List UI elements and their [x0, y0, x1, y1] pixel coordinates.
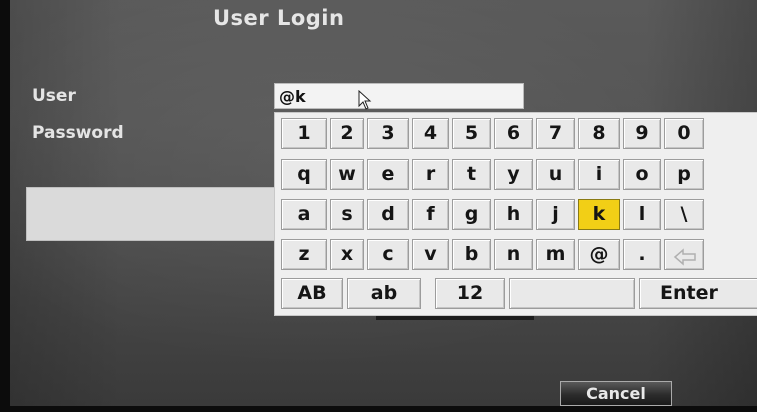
key-3[interactable]: 3: [367, 118, 409, 149]
divider: [376, 316, 534, 320]
space-key[interactable]: [509, 278, 635, 309]
key-h[interactable]: h: [494, 199, 533, 230]
page-title: User Login: [213, 6, 345, 30]
key-7[interactable]: 7: [536, 118, 575, 149]
key-z[interactable]: z: [281, 239, 327, 270]
key-v[interactable]: v: [412, 239, 449, 270]
key-q[interactable]: q: [281, 159, 327, 190]
user-input[interactable]: @k: [274, 83, 524, 109]
key-x[interactable]: x: [330, 239, 364, 270]
key-t[interactable]: t: [452, 159, 491, 190]
numeric-mode-key[interactable]: 12: [435, 278, 505, 309]
key-p[interactable]: p: [664, 159, 704, 190]
enter-key[interactable]: Enter: [639, 278, 757, 309]
key-m[interactable]: m: [536, 239, 575, 270]
key-b[interactable]: b: [452, 239, 491, 270]
password-label: Password: [32, 123, 124, 143]
key-f[interactable]: f: [412, 199, 449, 230]
key-s[interactable]: s: [330, 199, 364, 230]
key-2[interactable]: 2: [330, 118, 364, 149]
key-i[interactable]: i: [578, 159, 620, 190]
key-j[interactable]: j: [536, 199, 575, 230]
key-a[interactable]: a: [281, 199, 327, 230]
user-label: User: [32, 86, 76, 106]
key-at[interactable]: @: [578, 239, 620, 270]
key-0[interactable]: 0: [664, 118, 704, 149]
on-screen-keyboard: 1 2 3 4 5 6 7 8 9 0 q w e r t y u i o p …: [274, 112, 757, 316]
key-g[interactable]: g: [452, 199, 491, 230]
key-u[interactable]: u: [536, 159, 575, 190]
key-e[interactable]: e: [367, 159, 409, 190]
backspace-arrow-icon: [673, 246, 697, 266]
key-w[interactable]: w: [330, 159, 364, 190]
key-n[interactable]: n: [494, 239, 533, 270]
key-1[interactable]: 1: [281, 118, 327, 149]
key-l[interactable]: l: [623, 199, 661, 230]
cancel-button[interactable]: Cancel: [560, 381, 672, 406]
key-r[interactable]: r: [412, 159, 449, 190]
key-4[interactable]: 4: [412, 118, 449, 149]
key-backslash[interactable]: \: [664, 199, 704, 230]
mouse-pointer-icon: [358, 89, 374, 110]
key-o[interactable]: o: [623, 159, 661, 190]
key-5[interactable]: 5: [452, 118, 491, 149]
key-k[interactable]: k: [578, 199, 620, 230]
lowercase-mode-key[interactable]: ab: [347, 278, 421, 309]
key-y[interactable]: y: [494, 159, 533, 190]
backspace-key[interactable]: [664, 239, 704, 270]
key-6[interactable]: 6: [494, 118, 533, 149]
uppercase-mode-key[interactable]: AB: [281, 278, 343, 309]
key-8[interactable]: 8: [578, 118, 620, 149]
key-c[interactable]: c: [367, 239, 409, 270]
password-field[interactable]: [26, 187, 284, 241]
key-9[interactable]: 9: [623, 118, 661, 149]
key-period[interactable]: .: [623, 239, 661, 270]
key-d[interactable]: d: [367, 199, 409, 230]
login-screen: User Login User Password @k 1 2 3 4 5 6 …: [10, 0, 757, 406]
